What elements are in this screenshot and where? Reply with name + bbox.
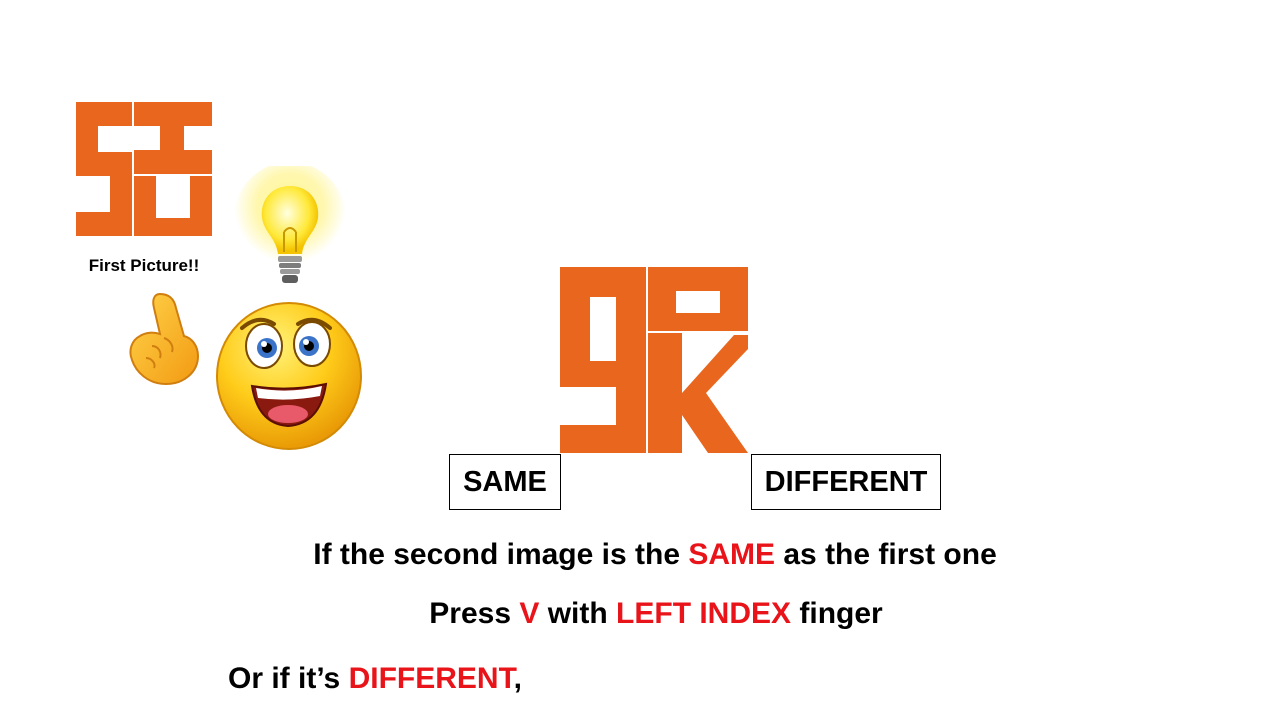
instruction-line-different: Or if it’s DIFFERENT,	[228, 662, 522, 695]
first-picture-caption: First Picture!!	[88, 256, 200, 275]
second-picture-glyph	[560, 267, 748, 453]
laughing-smiley-face-icon	[216, 302, 362, 450]
different-option-box[interactable]: DIFFERENT	[751, 454, 941, 510]
different-highlight: DIFFERENT	[348, 662, 514, 695]
first-picture-glyph	[76, 102, 212, 236]
same-option-label: SAME	[463, 465, 547, 498]
instruction-line-same: If the second image is the SAME as the f…	[313, 538, 997, 571]
instruction-line-press-key: Press V with LEFT INDEX finger	[429, 597, 883, 630]
same-option-box[interactable]: SAME	[449, 454, 561, 510]
different-option-label: DIFFERENT	[764, 465, 928, 498]
key-highlight: V	[519, 597, 540, 630]
finger-highlight: LEFT INDEX	[616, 597, 792, 630]
same-highlight: SAME	[688, 538, 776, 571]
pointing-up-hand-icon	[129, 292, 200, 386]
lightbulb-icon	[234, 166, 346, 283]
